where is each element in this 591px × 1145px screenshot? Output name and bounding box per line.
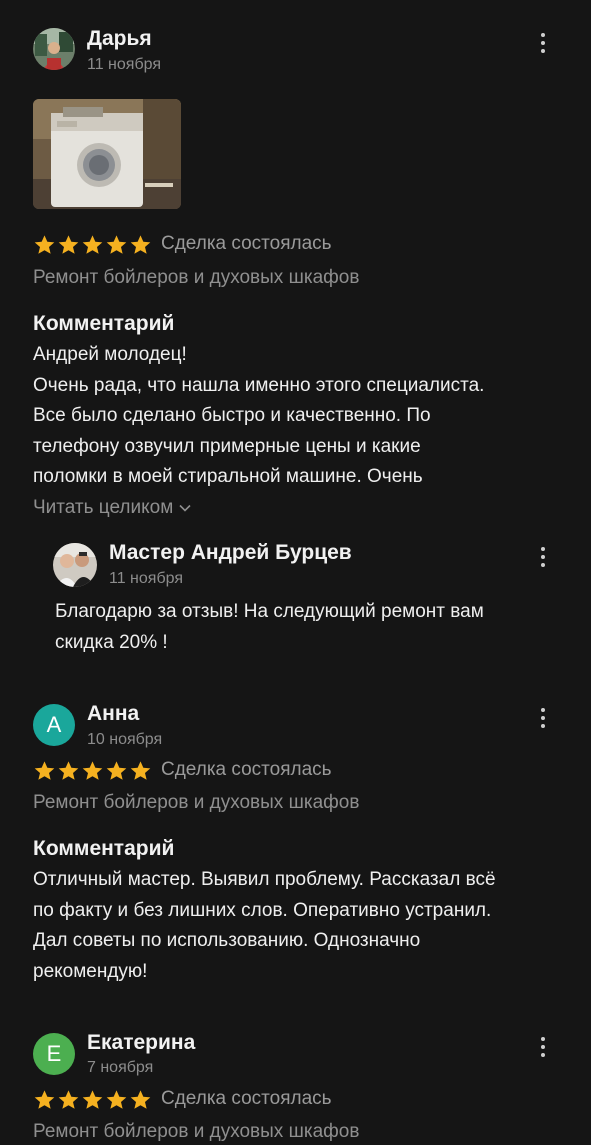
- avatar[interactable]: А: [33, 704, 75, 746]
- avatar-letter: Е: [46, 1041, 62, 1066]
- comment-text: Андрей молодец! Очень рада, что нашла им…: [33, 340, 563, 493]
- comment-title: Комментарий: [33, 837, 175, 860]
- star-icon: [130, 235, 151, 254]
- comment-text: Отличный мастер. Выявил проблему. Расска…: [33, 865, 563, 987]
- author-name[interactable]: Екатерина: [87, 1031, 195, 1055]
- chevron-down-icon: [179, 504, 191, 512]
- comment-line: Андрей молодец!: [33, 344, 187, 365]
- reply-line: скидка 20% !: [55, 631, 168, 653]
- star-icon: [82, 235, 103, 254]
- deal-status: Сделка состоялась: [161, 233, 332, 254]
- star-icon: [106, 235, 127, 254]
- review-date: 7 ноября: [87, 1059, 154, 1076]
- author-name[interactable]: Анна: [87, 702, 139, 726]
- reply-date: 11 ноября: [109, 570, 183, 587]
- more-options-icon[interactable]: [534, 31, 552, 55]
- star-icon: [58, 1090, 79, 1109]
- read-more-label: Читать целиком: [33, 497, 174, 518]
- star-icon: [34, 1090, 55, 1109]
- master-name[interactable]: Мастер Андрей Бурцев: [109, 541, 352, 565]
- review-photo[interactable]: [33, 99, 181, 209]
- rating-stars: [33, 760, 152, 782]
- comment-line: Очень рада, что нашла именно этого специ…: [33, 374, 485, 396]
- star-icon: [106, 761, 127, 780]
- star-icon: [58, 761, 79, 780]
- comment-line: поломки в моей стиральной машине. Очень: [33, 466, 423, 487]
- more-options-icon[interactable]: [534, 706, 552, 730]
- star-icon: [34, 761, 55, 780]
- service-category: Ремонт бойлеров и духовых шкафов: [33, 267, 360, 288]
- star-icon: [82, 761, 103, 780]
- star-icon: [58, 235, 79, 254]
- service-category: Ремонт бойлеров и духовых шкафов: [33, 792, 360, 813]
- comment-title: Комментарий: [33, 312, 175, 335]
- star-icon: [106, 1090, 127, 1109]
- comment-line: рекомендую!: [33, 960, 148, 982]
- star-icon: [130, 761, 151, 780]
- author-name[interactable]: Дарья: [87, 27, 152, 51]
- star-icon: [130, 1090, 151, 1109]
- rating-stars: [33, 1089, 152, 1111]
- more-options-icon[interactable]: [534, 1035, 552, 1059]
- comment-line: по факту и без лишних слов. Оперативно у…: [33, 899, 492, 921]
- avatar[interactable]: Е: [33, 1033, 75, 1075]
- avatar[interactable]: [33, 28, 75, 70]
- comment-line: Дал советы по использованию. Однозначно: [33, 930, 421, 951]
- read-more-link[interactable]: Читать целиком: [33, 497, 191, 519]
- deal-status: Сделка состоялась: [161, 759, 332, 780]
- master-avatar[interactable]: [53, 543, 97, 587]
- star-icon: [34, 235, 55, 254]
- previous-content-edge: [33, 0, 553, 2]
- comment-line: Отличный мастер. Выявил проблему. Расска…: [33, 869, 496, 890]
- comment-line: Все было сделано быстро и качественно. П…: [33, 405, 431, 426]
- deal-status: Сделка состоялась: [161, 1088, 332, 1109]
- review-date: 10 ноября: [87, 731, 163, 748]
- reply-text: Благодарю за отзыв! На следующий ремонт …: [55, 597, 555, 658]
- reply-line: Благодарю за отзыв! На следующий ремонт …: [55, 601, 484, 622]
- avatar-letter: А: [46, 712, 62, 737]
- more-options-icon[interactable]: [534, 545, 552, 569]
- service-category: Ремонт бойлеров и духовых шкафов: [33, 1121, 360, 1142]
- star-icon: [82, 1090, 103, 1109]
- review-date: 11 ноября: [87, 56, 161, 73]
- rating-stars: [33, 234, 152, 256]
- comment-line: телефону озвучил примерные цены и какие: [33, 435, 421, 457]
